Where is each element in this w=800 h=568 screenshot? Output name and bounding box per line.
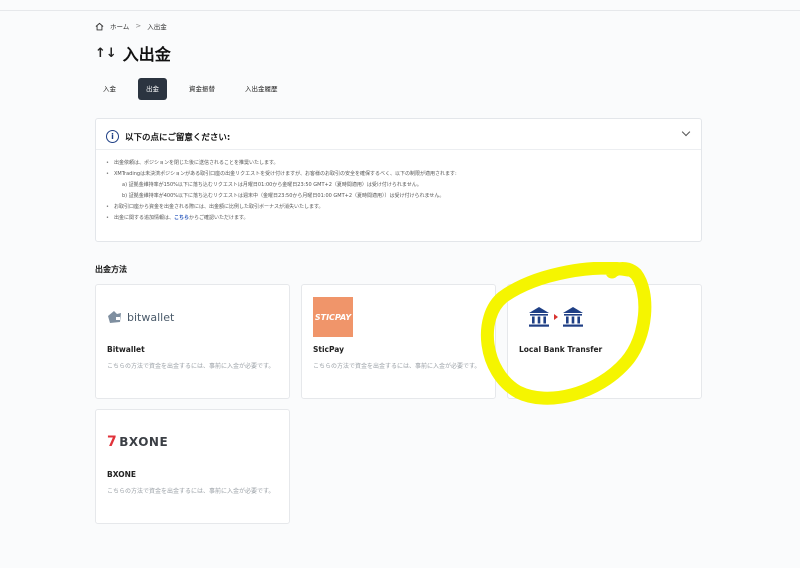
breadcrumb-separator: >: [135, 22, 142, 30]
top-divider: [0, 10, 800, 11]
notice-more-suffix: からご確認いただけます。: [189, 215, 249, 221]
method-description: こちらの方法で資金を出金するには、事前に入金が必要です。: [107, 488, 275, 495]
tab-bar: 入金 出金 資金振替 入出金履歴: [95, 78, 705, 100]
notice-subitem: b) 証拠金維持率が400%以下に落ち込むリクエストは週末中（金曜日23:50か…: [122, 193, 445, 199]
notice-item-more-info: 出金に関する追加情報は、こちらからご確認いただけます。: [106, 213, 691, 224]
notice-divider: [96, 149, 701, 150]
notice-subitem: a) 証拠金維持率が150%以下に落ち込むリクエストは月曜日01:00から金曜日…: [122, 182, 422, 188]
method-description: こちらの方法で資金を出金するには、事前に入金が必要です。: [313, 363, 481, 370]
transfer-arrow-icon: [554, 314, 558, 320]
method-card-bitwallet[interactable]: bitwallet Bitwallet こちらの方法で資金を出金するには、事前に…: [95, 284, 290, 399]
bitwallet-wallet-icon: [108, 311, 121, 323]
more-info-link[interactable]: こちら: [174, 215, 189, 221]
method-name: SticPay: [313, 345, 345, 354]
bxone-logo-text: BXONE: [119, 435, 169, 449]
notice-list: 出金依頼は、ポジションを閉じた後に送信されることを推奨いたします。 XMTrad…: [106, 158, 691, 224]
method-card-bxone[interactable]: 7 BXONE BXONE こちらの方法で資金を出金するには、事前に入金が必要で…: [95, 409, 290, 524]
method-name: Bitwallet: [107, 345, 145, 354]
method-card-local-bank-transfer[interactable]: Local Bank Transfer: [507, 284, 702, 399]
methods-grid: bitwallet Bitwallet こちらの方法で資金を出金するには、事前に…: [95, 284, 705, 534]
transfer-arrows-icon: ↑↓: [95, 45, 117, 61]
notice-item: お取引口座から資金を出金される際には、出金額に比例した取引ボーナスが消失いたしま…: [106, 202, 691, 213]
notice-more-prefix: 出金に関する追加情報は、: [114, 215, 175, 221]
bank-transfer-logo: [528, 298, 584, 336]
bank-icon: [563, 307, 583, 327]
breadcrumb: ホーム > 入出金: [95, 18, 705, 34]
notice-title: 以下の点にご留意ください:: [125, 132, 231, 143]
main-content: ホーム > 入出金 ↑↓ 入出金 入金 出金 資金振替 入出金履歴 i 以下の点…: [95, 18, 705, 534]
notice-item: 出金依頼は、ポジションを閉じた後に送信されることを推奨いたします。: [106, 158, 691, 169]
page: ホーム > 入出金 ↑↓ 入出金 入金 出金 資金振替 入出金履歴 i 以下の点…: [0, 0, 800, 568]
breadcrumb-current: 入出金: [147, 23, 167, 31]
tab-withdrawal[interactable]: 出金: [138, 78, 167, 100]
info-icon: i: [106, 130, 119, 143]
sticpay-logo-text: STICPAY: [313, 297, 353, 337]
notice-header[interactable]: i 以下の点にご留意ください:: [96, 119, 701, 145]
tab-deposit[interactable]: 入金: [95, 78, 124, 100]
home-icon[interactable]: [95, 22, 104, 31]
page-title: 入出金: [122, 45, 171, 64]
section-title-withdrawal-methods: 出金方法: [95, 265, 127, 274]
tab-history[interactable]: 入出金履歴: [237, 78, 286, 100]
bxone-logo: 7 BXONE: [107, 423, 168, 461]
tab-fund-transfer[interactable]: 資金振替: [181, 78, 223, 100]
method-name: BXONE: [107, 470, 137, 479]
method-name: Local Bank Transfer: [519, 345, 603, 354]
bitwallet-logo: bitwallet: [107, 298, 174, 336]
sticpay-logo: STICPAY: [313, 297, 353, 337]
bank-icon: [529, 307, 549, 327]
breadcrumb-home[interactable]: ホーム: [110, 21, 129, 31]
method-card-sticpay[interactable]: STICPAY SticPay こちらの方法で資金を出金するには、事前に入金が必…: [301, 284, 496, 399]
method-description: こちらの方法で資金を出金するには、事前に入金が必要です。: [107, 363, 275, 370]
notice-item: XMTradingは未決済ポジションがある取引口座の出金リクエストを受け付けます…: [106, 169, 691, 180]
page-header: ↑↓ 入出金: [95, 42, 705, 64]
bxone-mark-icon: 7: [107, 434, 118, 450]
bitwallet-logo-text: bitwallet: [127, 310, 175, 324]
notice-panel: i 以下の点にご留意ください: 出金依頼は、ポジションを閉じた後に送信されること…: [95, 118, 702, 242]
